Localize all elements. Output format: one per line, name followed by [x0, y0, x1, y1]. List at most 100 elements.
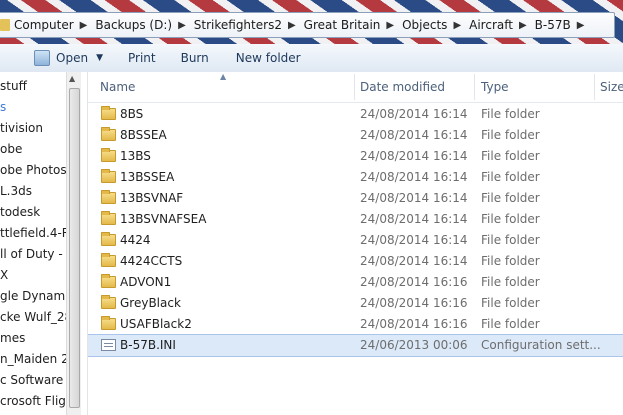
file-type: File folder: [481, 233, 540, 247]
file-date: 24/08/2014 16:14: [360, 149, 468, 163]
breadcrumb-b57b[interactable]: B-57B ▶: [531, 13, 589, 37]
chevron-right-icon[interactable]: ▶: [80, 20, 88, 31]
crumb-label: Objects: [402, 18, 448, 32]
folder-icon: [101, 106, 116, 120]
table-row-selected[interactable]: B-57B.INI 24/06/2013 00:06 Configuration s…: [88, 334, 623, 357]
table-row[interactable]: ADVON1 24/08/2014 16:16 File folder: [88, 272, 623, 293]
crumb-label: Computer: [14, 18, 74, 32]
table-row[interactable]: 13BS 24/08/2014 16:14 File folder: [88, 146, 623, 167]
new-folder-label: New folder: [235, 51, 301, 65]
nav-item[interactable]: ttlefield.4-RE: [0, 223, 66, 244]
column-divider[interactable]: [474, 74, 475, 100]
table-row[interactable]: 8BSSEA 24/08/2014 16:14 File folder: [88, 125, 623, 146]
file-name: GreyBlack: [120, 296, 181, 310]
table-row[interactable]: GreyBlack 24/08/2014 16:16 File folder: [88, 293, 623, 314]
print-button[interactable]: Print: [112, 44, 165, 72]
table-row[interactable]: 13BSSEA 24/08/2014 16:14 File folder: [88, 167, 623, 188]
file-name: 13BSVNAF: [120, 191, 184, 205]
folder-icon: [101, 253, 116, 267]
column-divider[interactable]: [354, 74, 355, 100]
nav-item[interactable]: crosoft Fligh: [0, 391, 66, 412]
table-row[interactable]: 13BSVNAFSEA 24/08/2014 16:14 File folder: [88, 209, 623, 230]
file-type: File folder: [481, 296, 540, 310]
column-header-type[interactable]: Type: [481, 80, 509, 94]
nav-scrollbar[interactable]: ▲: [66, 72, 82, 415]
folder-icon: [101, 295, 116, 309]
breadcrumb-strikefighters2[interactable]: Strikefighters2 ▶: [190, 13, 300, 37]
folder-icon: [101, 148, 116, 162]
scroll-thumb[interactable]: [69, 88, 80, 408]
file-date: 24/08/2014 16:14: [360, 233, 468, 247]
crumb-label: Aircraft: [469, 18, 513, 32]
file-type: File folder: [481, 212, 540, 226]
file-type: File folder: [481, 317, 540, 331]
table-row[interactable]: 8BS 24/08/2014 16:14 File folder: [88, 104, 623, 125]
file-type: File folder: [481, 149, 540, 163]
nav-item[interactable]: ll of Duty - V: [0, 244, 66, 265]
crumb-label: Strikefighters2: [193, 18, 282, 32]
chevron-right-icon[interactable]: ▶: [577, 20, 585, 31]
open-icon: [34, 50, 50, 66]
column-header-name[interactable]: Name: [100, 80, 135, 94]
column-header-date[interactable]: Date modified: [360, 80, 445, 94]
nav-item[interactable]: n_Maiden 2: [0, 349, 66, 370]
nav-item[interactable]: obe Photosh: [0, 160, 66, 181]
table-row[interactable]: 4424CCTS 24/08/2014 16:14 File folder: [88, 251, 623, 272]
folder-icon: [101, 169, 116, 183]
burn-button[interactable]: Burn: [165, 44, 218, 72]
command-bar: Open ▼ Print Burn New folder: [0, 44, 623, 73]
nav-item[interactable]: obe: [0, 139, 66, 160]
file-name: 4424CCTS: [120, 254, 183, 268]
folder-icon: [101, 190, 116, 204]
new-folder-button[interactable]: New folder: [218, 44, 310, 72]
breadcrumb-aircraft[interactable]: Aircraft ▶: [465, 13, 531, 37]
breadcrumb-objects[interactable]: Objects ▶: [398, 13, 465, 37]
scroll-up-icon[interactable]: ▲: [69, 74, 75, 83]
chevron-down-icon[interactable]: ▼: [96, 53, 103, 63]
open-label: Open: [56, 51, 89, 65]
table-row[interactable]: 13BSVNAF 24/08/2014 16:14 File folder: [88, 188, 623, 209]
title-area: Computer ▶ Backups (D:) ▶ Strikefighters2 ▶…: [0, 0, 623, 44]
breadcrumb-computer[interactable]: Computer ▶: [10, 13, 91, 37]
nav-item[interactable]: X: [0, 265, 66, 286]
file-name: 4424: [120, 233, 151, 247]
chevron-right-icon[interactable]: ▶: [519, 20, 527, 31]
nav-item[interactable]: tivision: [0, 118, 66, 139]
folder-icon: [101, 316, 116, 330]
pane-splitter[interactable]: [81, 72, 88, 415]
file-date: 24/08/2014 16:16: [360, 275, 468, 289]
crumb-label: Great Britain: [303, 18, 381, 32]
file-name: 13BS: [120, 149, 151, 163]
nav-item[interactable]: gle Dynamic: [0, 286, 66, 307]
nav-item[interactable]: cke Wulf_281: [0, 307, 66, 328]
file-name: ADVON1: [120, 275, 172, 289]
folder-icon: [101, 211, 116, 225]
chevron-right-icon[interactable]: ▶: [288, 20, 296, 31]
chevron-right-icon[interactable]: ▶: [453, 20, 461, 31]
nav-item[interactable]: todesk: [0, 202, 66, 223]
file-type: File folder: [481, 170, 540, 184]
config-file-icon: [101, 339, 116, 351]
nav-item[interactable]: s: [0, 97, 66, 118]
nav-item[interactable]: stuff: [0, 76, 66, 97]
file-date: 24/06/2013 00:06: [360, 338, 468, 352]
nav-item[interactable]: mes: [0, 328, 66, 349]
file-date: 24/08/2014 16:14: [360, 170, 468, 184]
breadcrumb-great-britain[interactable]: Great Britain ▶: [300, 13, 398, 37]
nav-item[interactable]: c Software Ir: [0, 370, 66, 391]
table-row[interactable]: 4424 24/08/2014 16:14 File folder: [88, 230, 623, 251]
breadcrumb-backups[interactable]: Backups (D:) ▶: [91, 13, 189, 37]
file-name: 13BSSEA: [120, 170, 175, 184]
file-rows: 8BS 24/08/2014 16:14 File folder 8BSSEA 24/…: [88, 104, 623, 357]
file-type: File folder: [481, 275, 540, 289]
nav-item[interactable]: L.3ds: [0, 181, 66, 202]
column-header-size[interactable]: Size: [600, 80, 623, 94]
open-button[interactable]: Open ▼: [0, 44, 112, 72]
chevron-right-icon[interactable]: ▶: [178, 20, 186, 31]
column-divider[interactable]: [594, 74, 595, 100]
file-name: 13BSVNAFSEA: [120, 212, 207, 226]
table-row[interactable]: USAFBlack2 24/08/2014 16:16 File folder: [88, 314, 623, 335]
address-bar[interactable]: Computer ▶ Backups (D:) ▶ Strikefighters2 ▶…: [0, 12, 615, 38]
file-name: B-57B.INI: [120, 338, 176, 352]
chevron-right-icon[interactable]: ▶: [386, 20, 394, 31]
